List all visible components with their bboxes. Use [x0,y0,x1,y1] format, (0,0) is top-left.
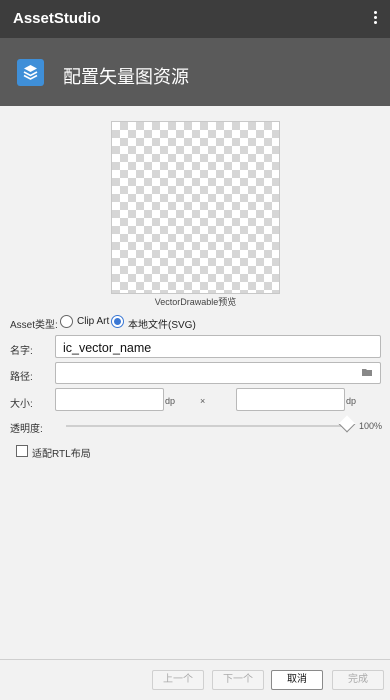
rtl-label[interactable]: 适配RTL布局 [32,445,91,460]
width-unit: dp [165,396,176,406]
opacity-label: 透明度: [10,424,43,435]
name-input[interactable]: ic_vector_name [55,335,381,358]
opacity-value: 100% [359,421,383,431]
name-value: ic_vector_name [63,341,152,355]
radio-clip-art-label[interactable]: Clip Art [77,316,109,327]
radio-local-svg[interactable] [111,315,124,328]
radio-local-svg-label[interactable]: 本地文件(SVG) [128,316,196,331]
width-input[interactable] [55,388,164,411]
layers-icon [17,59,44,86]
vector-preview [111,121,280,294]
asset-type-label: Asset类型: [10,320,58,331]
radio-clip-art[interactable] [60,315,73,328]
rtl-checkbox[interactable] [16,445,28,457]
path-label: 路径: [10,372,33,383]
header-title: 配置矢量图资源 [63,67,189,87]
opacity-slider[interactable] [66,425,349,427]
prev-button[interactable]: 上一个 [152,670,204,690]
cancel-button[interactable]: 取消 [271,670,323,690]
dialog-header: 配置矢量图资源 [0,38,390,106]
size-label: 大小: [10,399,33,410]
app-bar: AssetStudio [0,0,390,38]
opacity-slider-thumb[interactable] [338,415,356,433]
finish-button[interactable]: 完成 [332,670,384,690]
folder-icon[interactable] [362,368,372,376]
more-vertical-icon[interactable] [368,9,382,29]
height-unit: dp [346,396,357,406]
app-title: AssetStudio [13,10,101,27]
next-button[interactable]: 下一个 [212,670,264,690]
preview-caption: VectorDrawable预览 [154,297,237,307]
footer-divider [0,659,390,660]
name-label: 名字: [10,346,33,357]
height-input[interactable] [236,388,345,411]
path-input[interactable] [55,362,381,384]
size-separator: × [200,396,206,406]
